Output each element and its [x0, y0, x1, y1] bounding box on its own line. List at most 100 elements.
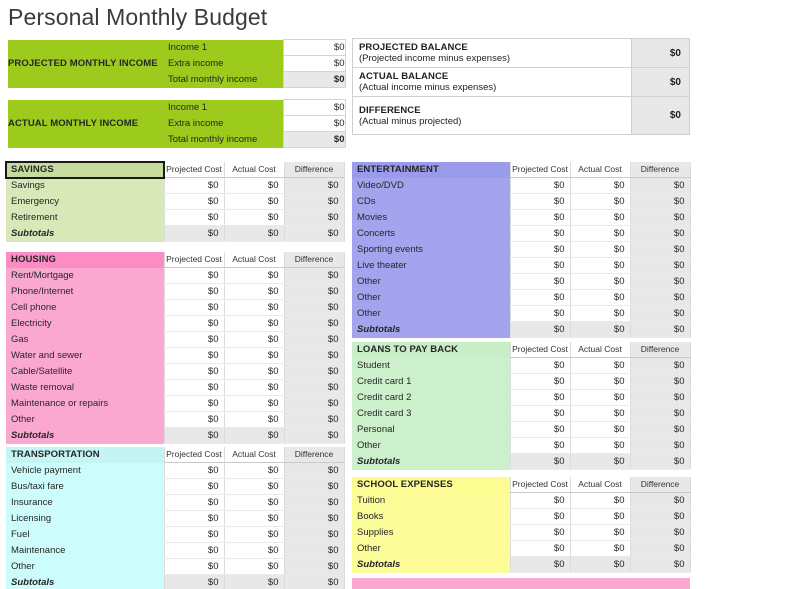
projected-cost-cell[interactable]: $0 — [509, 357, 571, 374]
item-label[interactable]: Other — [352, 273, 510, 290]
actual-cost-cell[interactable]: $0 — [569, 257, 631, 274]
actual-cost-cell[interactable]: $0 — [569, 241, 631, 258]
item-label[interactable]: Supplies — [352, 524, 510, 541]
actual-cost-cell[interactable]: $0 — [223, 379, 285, 396]
actual-cost-cell[interactable]: $0 — [223, 193, 285, 210]
item-label[interactable]: Vehicle payment — [6, 462, 164, 479]
item-label[interactable]: Live theater — [352, 257, 510, 274]
item-label[interactable]: Licensing — [6, 510, 164, 527]
actual-cost-cell[interactable]: $0 — [569, 524, 631, 541]
projected-cost-cell[interactable]: $0 — [163, 283, 225, 300]
projected-cost-cell[interactable]: $0 — [509, 241, 571, 258]
projected-cost-cell[interactable]: $0 — [509, 492, 571, 509]
item-label[interactable]: Credit card 3 — [352, 405, 510, 422]
item-label[interactable]: Other — [352, 540, 510, 557]
actual-cost-cell[interactable]: $0 — [569, 405, 631, 422]
projected-cost-cell[interactable]: $0 — [509, 421, 571, 438]
projected-cost-cell[interactable]: $0 — [163, 494, 225, 511]
projected-cost-cell[interactable]: $0 — [163, 379, 225, 396]
actual-cost-cell[interactable]: $0 — [223, 331, 285, 348]
item-label[interactable]: Personal — [352, 421, 510, 438]
projected-cost-cell[interactable]: $0 — [509, 305, 571, 322]
item-label[interactable]: Emergency — [6, 193, 164, 210]
actual-cost-cell[interactable]: $0 — [223, 347, 285, 364]
projected-cost-cell[interactable]: $0 — [163, 395, 225, 412]
projected-cost-cell[interactable]: $0 — [163, 331, 225, 348]
item-label[interactable]: Concerts — [352, 225, 510, 242]
projected-cost-cell[interactable]: $0 — [509, 177, 571, 194]
item-label[interactable]: Other — [352, 289, 510, 306]
item-label[interactable]: Books — [352, 508, 510, 525]
income-value-cell[interactable]: $0 — [282, 39, 346, 56]
actual-cost-cell[interactable]: $0 — [569, 357, 631, 374]
income-value-cell[interactable]: $0 — [282, 115, 346, 132]
actual-cost-cell[interactable]: $0 — [223, 542, 285, 559]
income-value-cell[interactable]: $0 — [282, 99, 346, 116]
projected-cost-cell[interactable]: $0 — [163, 267, 225, 284]
projected-cost-cell[interactable]: $0 — [509, 225, 571, 242]
item-label[interactable]: Other — [6, 411, 164, 428]
projected-cost-cell[interactable]: $0 — [163, 363, 225, 380]
projected-cost-cell[interactable]: $0 — [163, 510, 225, 527]
actual-cost-cell[interactable]: $0 — [223, 177, 285, 194]
item-label[interactable]: Electricity — [6, 315, 164, 332]
projected-cost-cell[interactable]: $0 — [509, 540, 571, 557]
item-label[interactable]: Other — [352, 437, 510, 454]
item-label[interactable]: Waste removal — [6, 379, 164, 396]
category-title[interactable]: HOUSING — [6, 252, 164, 268]
projected-cost-cell[interactable]: $0 — [509, 524, 571, 541]
projected-cost-cell[interactable]: $0 — [509, 257, 571, 274]
item-label[interactable]: Credit card 1 — [352, 373, 510, 390]
actual-cost-cell[interactable]: $0 — [223, 299, 285, 316]
item-label[interactable]: Bus/taxi fare — [6, 478, 164, 495]
actual-cost-cell[interactable]: $0 — [569, 508, 631, 525]
actual-cost-cell[interactable]: $0 — [569, 209, 631, 226]
projected-cost-cell[interactable]: $0 — [163, 315, 225, 332]
item-label[interactable]: Fuel — [6, 526, 164, 543]
actual-cost-cell[interactable]: $0 — [223, 558, 285, 575]
actual-cost-cell[interactable]: $0 — [569, 289, 631, 306]
actual-cost-cell[interactable]: $0 — [223, 315, 285, 332]
actual-cost-cell[interactable]: $0 — [569, 437, 631, 454]
actual-cost-cell[interactable]: $0 — [223, 283, 285, 300]
item-label[interactable]: Video/DVD — [352, 177, 510, 194]
projected-cost-cell[interactable]: $0 — [509, 437, 571, 454]
item-label[interactable]: Water and sewer — [6, 347, 164, 364]
projected-cost-cell[interactable]: $0 — [509, 508, 571, 525]
item-label[interactable]: Maintenance — [6, 542, 164, 559]
actual-cost-cell[interactable]: $0 — [223, 395, 285, 412]
projected-cost-cell[interactable]: $0 — [509, 373, 571, 390]
projected-cost-cell[interactable]: $0 — [163, 478, 225, 495]
actual-cost-cell[interactable]: $0 — [223, 510, 285, 527]
actual-cost-cell[interactable]: $0 — [569, 225, 631, 242]
actual-cost-cell[interactable]: $0 — [569, 273, 631, 290]
projected-cost-cell[interactable]: $0 — [163, 558, 225, 575]
category-title[interactable]: ENTERTAINMENT — [352, 162, 510, 178]
income-value-cell[interactable]: $0 — [282, 55, 346, 72]
projected-cost-cell[interactable]: $0 — [163, 526, 225, 543]
item-label[interactable]: Gas — [6, 331, 164, 348]
actual-cost-cell[interactable]: $0 — [569, 540, 631, 557]
category-title[interactable]: LOANS TO PAY BACK — [352, 342, 510, 358]
projected-cost-cell[interactable]: $0 — [163, 177, 225, 194]
projected-cost-cell[interactable]: $0 — [163, 193, 225, 210]
projected-cost-cell[interactable]: $0 — [509, 273, 571, 290]
item-label[interactable]: Sporting events — [352, 241, 510, 258]
projected-cost-cell[interactable]: $0 — [163, 209, 225, 226]
item-label[interactable]: Rent/Mortgage — [6, 267, 164, 284]
item-label[interactable]: Credit card 2 — [352, 389, 510, 406]
actual-cost-cell[interactable]: $0 — [223, 494, 285, 511]
actual-cost-cell[interactable]: $0 — [223, 267, 285, 284]
category-title[interactable]: TRANSPORTATION — [6, 447, 164, 463]
actual-cost-cell[interactable]: $0 — [223, 478, 285, 495]
item-label[interactable]: Cell phone — [6, 299, 164, 316]
item-label[interactable]: Tuition — [352, 492, 510, 509]
item-label[interactable]: Other — [6, 558, 164, 575]
item-label[interactable]: Student — [352, 357, 510, 374]
actual-cost-cell[interactable]: $0 — [569, 389, 631, 406]
item-label[interactable]: CDs — [352, 193, 510, 210]
actual-cost-cell[interactable]: $0 — [569, 305, 631, 322]
actual-cost-cell[interactable]: $0 — [569, 492, 631, 509]
item-label[interactable]: Insurance — [6, 494, 164, 511]
projected-cost-cell[interactable]: $0 — [509, 193, 571, 210]
